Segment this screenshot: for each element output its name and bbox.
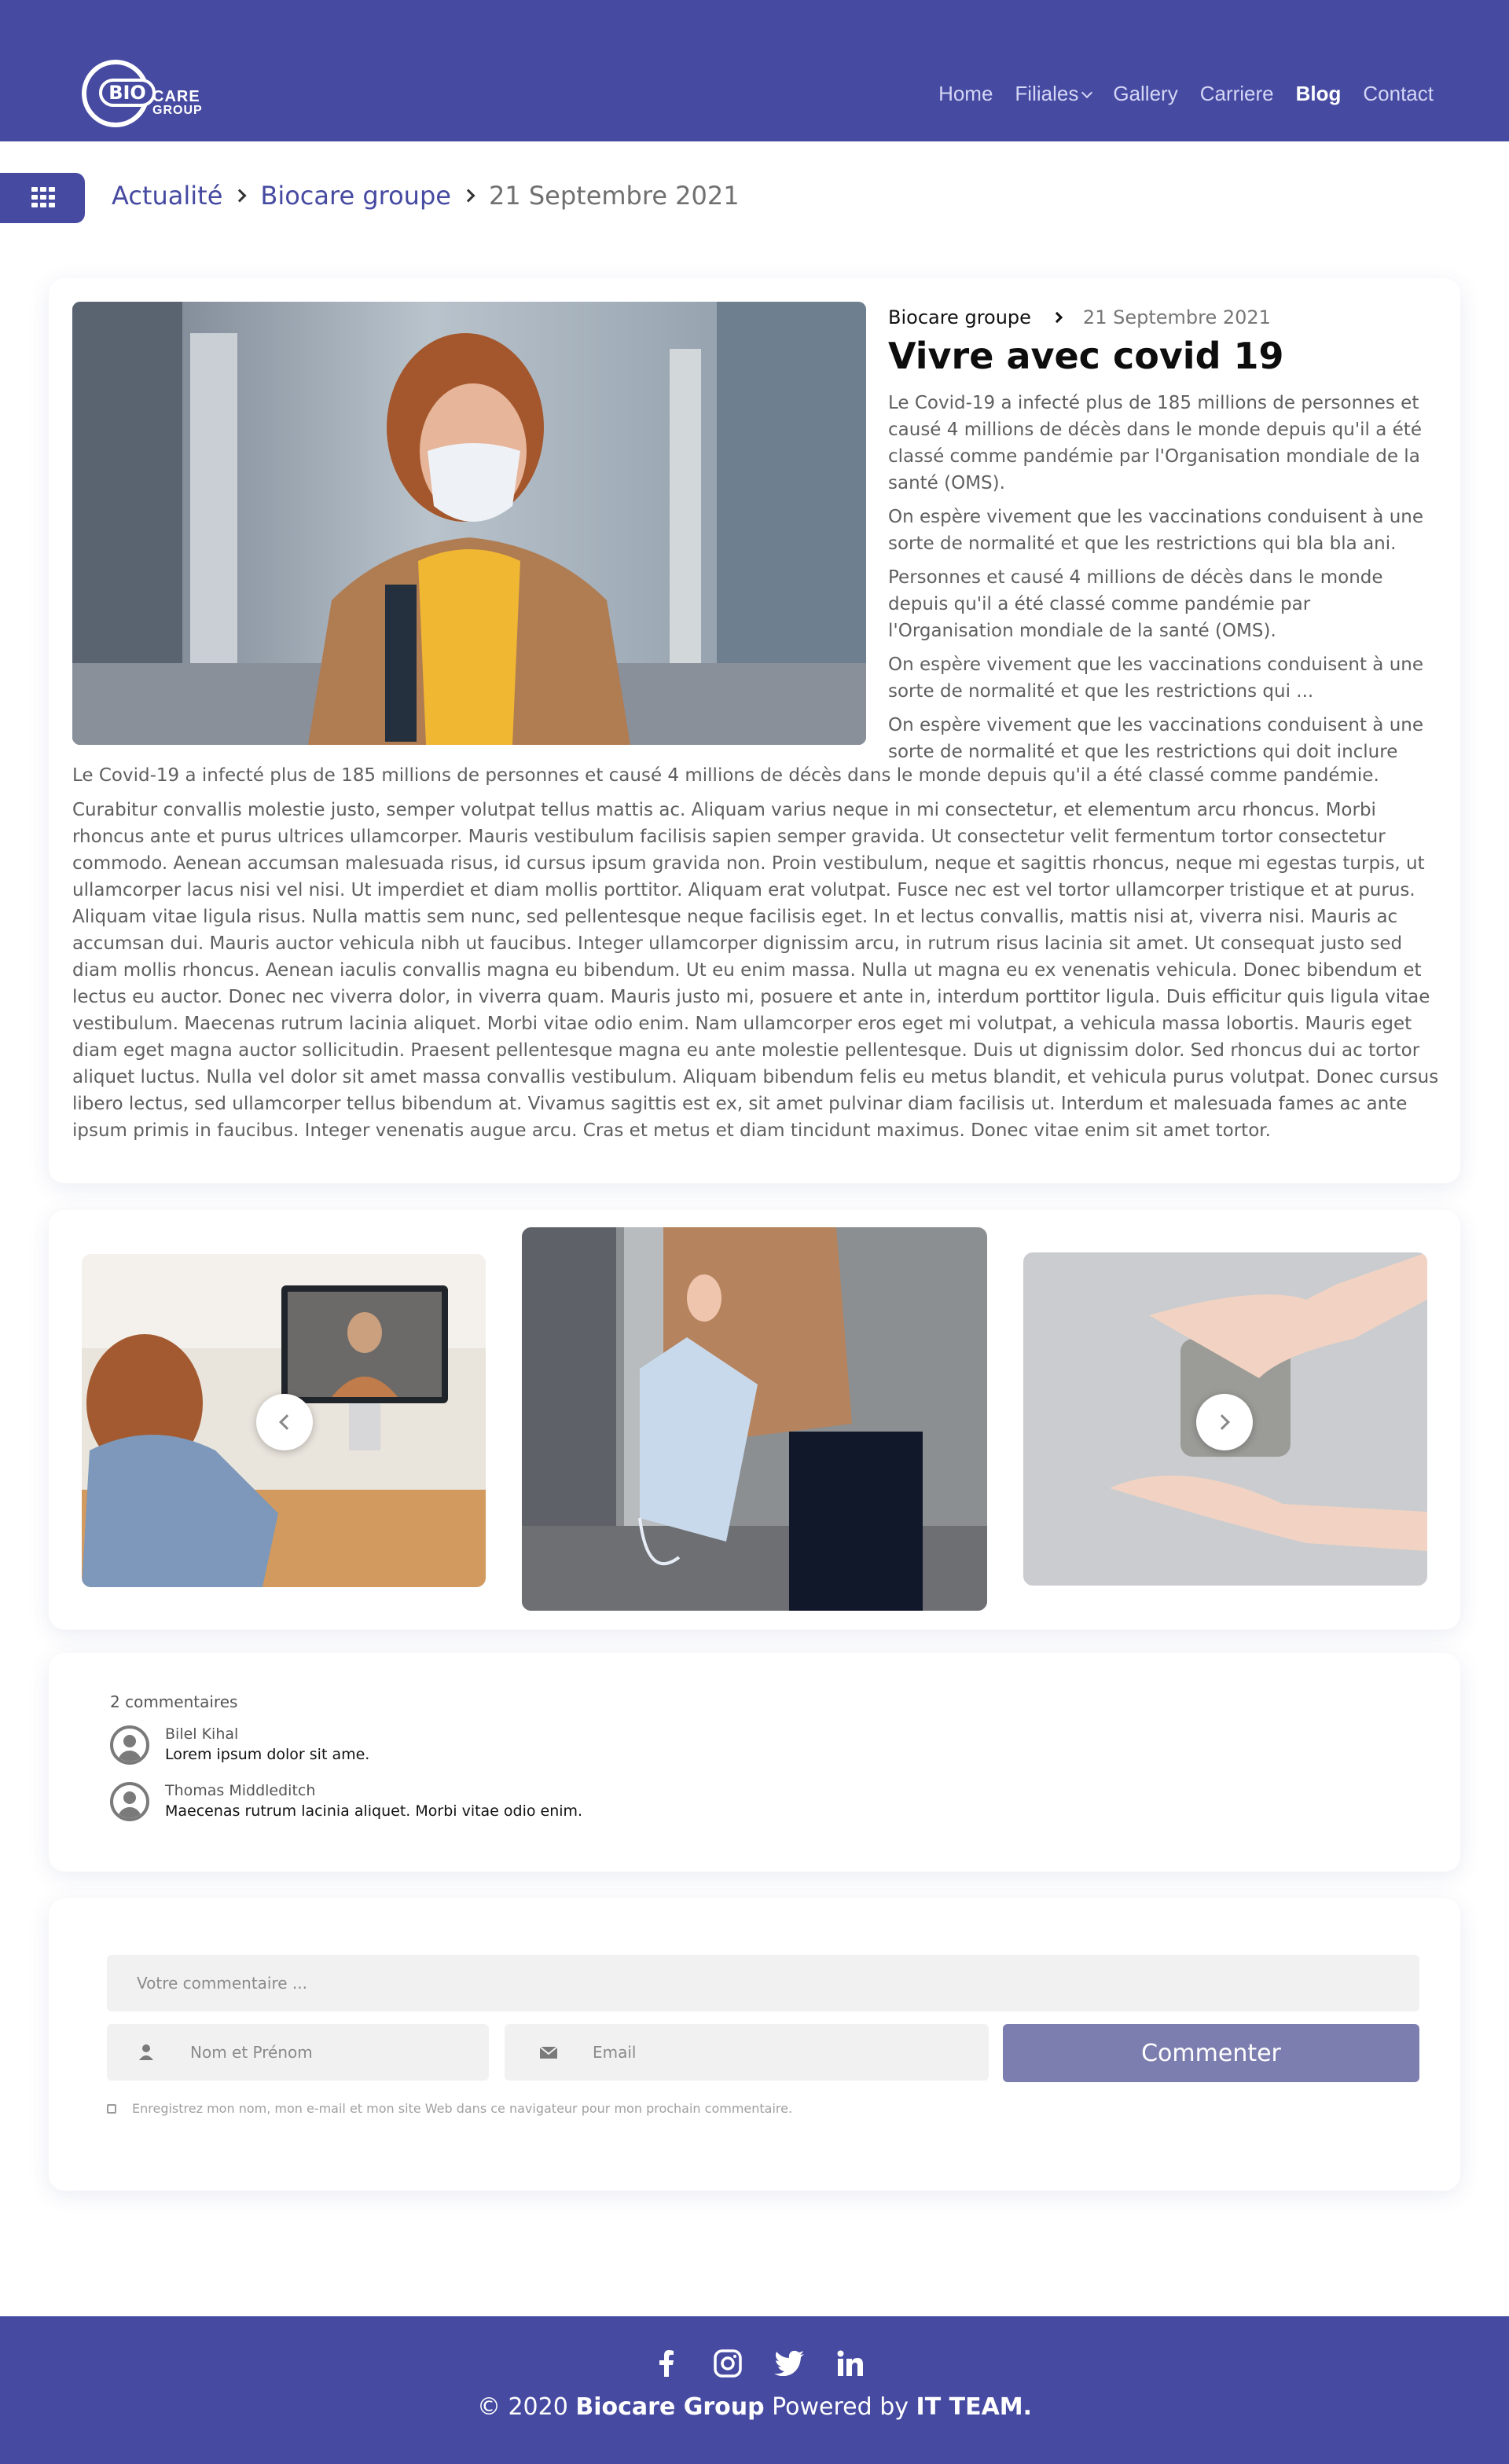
logo-bio-text: BIO (99, 79, 156, 107)
comment-item: Bilel Kihal Lorem ipsum dolor sit ame. (110, 1725, 369, 1765)
email-placeholder: Email (593, 2043, 637, 2062)
name-placeholder: Nom et Prénom (190, 2043, 313, 2062)
intro-paragraph: Le Covid-19 a infecté plus de 185 millio… (888, 393, 1422, 493)
nav-blog-label: Blog (1295, 82, 1342, 105)
article-body: Le Covid-19 a infecté plus de 185 millio… (72, 762, 1440, 1144)
hero-image-woman-mask (72, 302, 866, 745)
twitter-icon[interactable] (773, 2348, 805, 2379)
submit-comment-button[interactable]: Commenter (1003, 2024, 1419, 2082)
sidebar-toggle-button[interactable] (0, 173, 85, 223)
image-carousel (49, 1210, 1460, 1630)
nav-home[interactable]: Home (938, 82, 993, 106)
intro-paragraph: On espère vivement que les vaccinations … (888, 715, 1424, 762)
comments-count: 2 commentaires (110, 1692, 238, 1711)
breadcrumb-date: 21 Septembre 2021 (488, 181, 740, 211)
site-footer: © 2020 Biocare Group Powered by IT TEAM. (0, 2316, 1509, 2464)
comment-item: Thomas Middleditch Maecenas rutrum lacin… (110, 1782, 582, 1821)
user-icon (139, 2044, 153, 2060)
article-body-paragraph: Curabitur convallis molestie justo, semp… (72, 800, 1439, 1141)
email-field[interactable]: Email (505, 2024, 989, 2081)
remember-me-label: Enregistrez mon nom, mon e-mail et mon s… (132, 2101, 793, 2116)
nav-home-label: Home (938, 82, 993, 105)
main-nav: Home Filiales Gallery Carriere Blog Cont… (938, 82, 1434, 106)
article-title: Vivre avec covid 19 (888, 335, 1284, 377)
comments-section: 2 commentaires Bilel Kihal Lorem ipsum d… (49, 1653, 1460, 1872)
biocare-logo[interactable]: BIO CARE GROUP (82, 60, 217, 130)
linkedin-icon[interactable] (835, 2348, 866, 2379)
nav-contact[interactable]: Contact (1363, 82, 1434, 106)
comment-form: Votre commentaire ... Nom et Prénom Emai… (49, 1898, 1460, 2191)
carousel-prev-button[interactable] (256, 1394, 313, 1450)
breadcrumb-biocare-groupe[interactable]: Biocare groupe (260, 181, 451, 211)
comment-author: Bilel Kihal (165, 1725, 239, 1743)
instagram-icon[interactable] (712, 2348, 743, 2379)
intro-paragraph: On espère vivement que les vaccinations … (888, 507, 1424, 554)
article-intro: Le Covid-19 a infecté plus de 185 millio… (888, 390, 1438, 772)
breadcrumb-actualite[interactable]: Actualité (112, 181, 222, 211)
copyright-prefix: © 2020 (476, 2393, 576, 2421)
intro-paragraph: On espère vivement que les vaccinations … (888, 654, 1424, 702)
intro-paragraph: Personnes et causé 4 millions de décès d… (888, 567, 1383, 641)
comment-author: Thomas Middleditch (165, 1782, 316, 1799)
comment-text: Lorem ipsum dolor sit ame. (165, 1746, 370, 1763)
copyright-team: IT TEAM. (916, 2393, 1033, 2421)
article-date: 21 Septembre 2021 (1082, 306, 1271, 328)
copyright-powered: Powered by (764, 2393, 916, 2421)
nav-carriere-label: Carriere (1199, 82, 1274, 105)
facebook-icon[interactable] (651, 2348, 682, 2379)
breadcrumb: Actualité Biocare groupe 21 Septembre 20… (112, 181, 740, 211)
comment-input[interactable]: Votre commentaire ... (107, 1955, 1419, 2011)
chevron-right-icon (461, 189, 475, 203)
name-field[interactable]: Nom et Prénom (107, 2024, 489, 2081)
carousel-image-mask-hand[interactable] (522, 1227, 987, 1611)
nav-blog[interactable]: Blog (1296, 82, 1342, 106)
article-lead: Le Covid-19 a infecté plus de 185 millio… (72, 765, 1379, 786)
checkbox-box[interactable] (107, 2103, 116, 2114)
copyright: © 2020 Biocare Group Powered by IT TEAM. (0, 2393, 1509, 2421)
nav-contact-label: Contact (1363, 82, 1434, 105)
user-avatar-icon (110, 1782, 149, 1821)
remember-me-checkbox[interactable]: Enregistrez mon nom, mon e-mail et mon s… (107, 2101, 792, 2116)
chevron-down-icon (1081, 86, 1093, 98)
nav-filiales[interactable]: Filiales (1015, 82, 1093, 106)
chevron-right-icon (1214, 1414, 1230, 1430)
article-card: Biocare groupe 21 Septembre 2021 Vivre a… (49, 278, 1460, 1183)
chevron-right-icon (233, 189, 247, 203)
nav-carriere[interactable]: Carriere (1200, 82, 1274, 106)
comment-text: Maecenas rutrum lacinia aliquet. Morbi v… (165, 1802, 583, 1820)
envelope-icon (539, 2046, 558, 2059)
article-category[interactable]: Biocare groupe (888, 306, 1031, 328)
logo-group-text: GROUP (152, 104, 203, 117)
chevron-right-icon (1051, 311, 1063, 324)
nav-gallery[interactable]: Gallery (1113, 82, 1177, 106)
nav-gallery-label: Gallery (1113, 82, 1178, 105)
chevron-left-icon (279, 1414, 295, 1430)
copyright-brand: Biocare Group (575, 2393, 765, 2421)
nav-filiales-label: Filiales (1015, 82, 1079, 105)
social-links (651, 2348, 866, 2379)
article-meta: Biocare groupe 21 Septembre 2021 (888, 306, 1271, 328)
grid-menu-icon (31, 187, 55, 207)
user-avatar-icon (110, 1725, 149, 1765)
site-header: BIO CARE GROUP Home Filiales Gallery Car… (0, 0, 1509, 141)
carousel-next-button[interactable] (1196, 1394, 1253, 1450)
